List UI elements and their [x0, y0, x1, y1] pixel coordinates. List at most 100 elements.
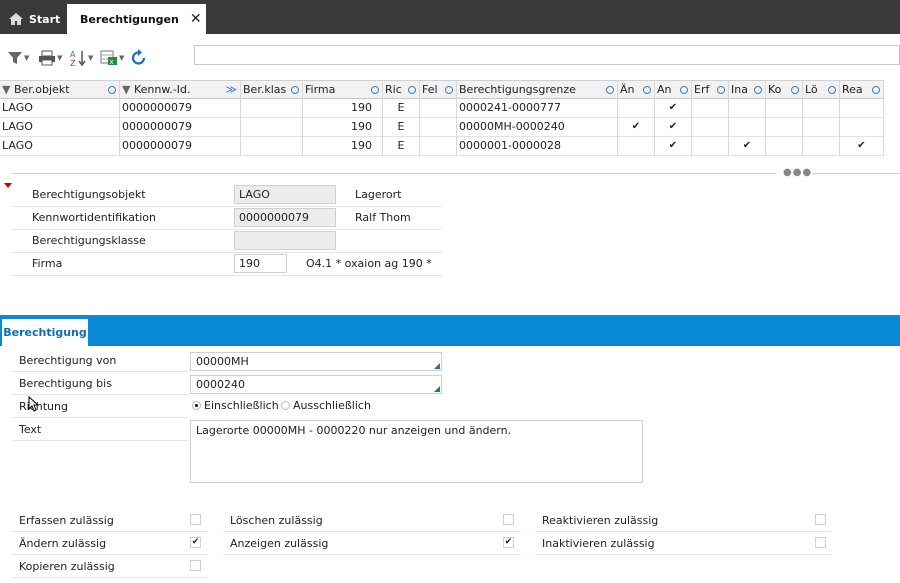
- column-settings-icon[interactable]: [680, 86, 688, 94]
- column-settings-icon[interactable]: [754, 86, 762, 94]
- column-settings-icon[interactable]: [828, 86, 836, 94]
- column-settings-icon[interactable]: [643, 86, 651, 94]
- column-settings-icon[interactable]: [606, 86, 614, 94]
- col-ber-klas[interactable]: Ber.klas: [241, 81, 303, 100]
- column-settings-icon[interactable]: [108, 86, 116, 94]
- col-aen[interactable]: Än: [618, 81, 655, 100]
- table-row[interactable]: LAGO 0000000079 190 E 00000MH-0000240 ✔ …: [0, 118, 884, 137]
- col-firma[interactable]: Firma: [303, 81, 383, 100]
- cell-rea: [840, 118, 884, 137]
- checkbox-row-inaktivieren: Inaktivieren zulässig: [535, 533, 831, 555]
- cell-an: ✔: [655, 118, 692, 137]
- checkbox-row-kopieren: Kopieren zulässig: [12, 556, 208, 578]
- inaktivieren-label: Inaktivieren zulässig: [542, 537, 655, 550]
- erfassen-label: Erfassen zulässig: [19, 514, 114, 527]
- sort-button[interactable]: AZ ▼: [69, 46, 93, 70]
- table-row[interactable]: LAGO 0000000079 190 E 0000001-0000028 ✔ …: [0, 137, 884, 156]
- col-loe[interactable]: Lö: [803, 81, 840, 100]
- column-settings-icon[interactable]: [371, 86, 379, 94]
- checkbox-row-aendern: Ändern zulässig ✔: [12, 533, 208, 555]
- cell-berechtigungsgrenze: 0000241-0000777: [457, 99, 618, 118]
- checkbox-row-loeschen: Löschen zulässig: [223, 510, 521, 532]
- form-row-von: Berechtigung von: [12, 350, 188, 372]
- print-button[interactable]: ▼: [38, 46, 62, 70]
- col-an[interactable]: An: [655, 81, 692, 100]
- checkbox-row-reaktivieren: Reaktivieren zulässig: [535, 510, 831, 532]
- column-settings-icon[interactable]: [445, 86, 453, 94]
- chevron-down-icon: ▼: [88, 54, 94, 62]
- cell-ina: [729, 99, 766, 118]
- cell-berechtigungsgrenze: 00000MH-0000240: [457, 118, 618, 137]
- export-button[interactable]: x ▼: [100, 46, 124, 70]
- grid-header: ▼ Ber.objekt ▼ Kennw.-Id. ≫ Ber.klas Firm…: [0, 80, 884, 100]
- cell-ric: E: [383, 118, 420, 137]
- col-rea[interactable]: Rea: [840, 81, 884, 100]
- lookup-corner-icon[interactable]: [434, 363, 440, 369]
- radio-ausschliesslich[interactable]: Ausschließlich: [281, 399, 371, 412]
- filter-button[interactable]: ▼: [7, 46, 29, 70]
- kopieren-checkbox[interactable]: [190, 560, 201, 571]
- detail-label: Kennwortidentifikation: [32, 211, 157, 224]
- col-ko[interactable]: Ko: [766, 81, 803, 100]
- close-icon[interactable]: ✕: [190, 11, 202, 27]
- col-kennw-id[interactable]: ▼ Kennw.-Id. ≫: [120, 81, 241, 100]
- column-settings-icon[interactable]: [717, 86, 725, 94]
- search-input[interactable]: [194, 45, 900, 65]
- radio-einschliesslich[interactable]: Einschließlich: [192, 399, 279, 412]
- kennwort-description: Ralf Thom: [355, 211, 411, 224]
- loeschen-checkbox[interactable]: [503, 514, 514, 525]
- column-settings-icon[interactable]: [791, 86, 799, 94]
- bis-value: 0000240: [196, 378, 245, 391]
- klasse-value: [234, 231, 336, 250]
- firma-value: 190: [234, 254, 287, 273]
- cell-ko: [766, 137, 803, 156]
- column-settings-icon[interactable]: [872, 86, 880, 94]
- richtung-label: Richtung: [19, 400, 68, 413]
- column-settings-icon[interactable]: [291, 86, 299, 94]
- table-row[interactable]: LAGO 0000000079 190 E 0000241-0000777 ✔: [0, 99, 884, 118]
- berechtigung-bis-input[interactable]: 0000240: [190, 375, 442, 394]
- column-settings-icon[interactable]: [408, 86, 416, 94]
- col-ric[interactable]: Ric: [383, 81, 420, 100]
- col-ber-objekt[interactable]: ▼ Ber.objekt: [0, 81, 120, 100]
- erfassen-checkbox[interactable]: [190, 514, 201, 525]
- radio-aus-label: Ausschließlich: [293, 399, 371, 412]
- col-ina[interactable]: Ina: [729, 81, 766, 100]
- cell-erf: [692, 99, 729, 118]
- refresh-button[interactable]: [130, 46, 148, 70]
- tab-berechtigung[interactable]: Berechtigung: [2, 319, 88, 346]
- lookup-corner-icon[interactable]: [434, 386, 440, 392]
- export-excel-icon: x: [100, 50, 117, 66]
- tab-start[interactable]: Start: [0, 4, 68, 34]
- reaktivieren-checkbox[interactable]: [815, 514, 826, 525]
- cell-ber-klas: [241, 99, 303, 118]
- cell-loe: [803, 118, 840, 137]
- detail-label: Berechtigungsobjekt: [32, 188, 146, 201]
- anzeigen-checkbox[interactable]: ✔: [503, 537, 514, 548]
- cell-fel: [420, 118, 457, 137]
- divider: [12, 173, 776, 174]
- aendern-checkbox[interactable]: ✔: [190, 537, 201, 548]
- col-erf[interactable]: Erf: [692, 81, 729, 100]
- sort-desc-icon[interactable]: ≫: [225, 81, 237, 99]
- tab-berechtigungen-label: Berechtigungen: [80, 12, 179, 26]
- drag-handle-icon[interactable]: ●●●: [783, 167, 812, 178]
- svg-text:x: x: [110, 58, 114, 66]
- loeschen-label: Löschen zulässig: [230, 514, 323, 527]
- text-area[interactable]: Lagerorte 00000MH - 0000220 nur anzeigen…: [190, 420, 643, 483]
- permissions-grid: ▼ Ber.objekt ▼ Kennw.-Id. ≫ Ber.klas Firm…: [0, 80, 884, 156]
- col-berechtigungsgrenze[interactable]: Berechtigungsgrenze: [457, 81, 618, 100]
- collapse-marker-icon[interactable]: [4, 183, 12, 188]
- cell-aen: [618, 99, 655, 118]
- objekt-value: LAGO: [234, 185, 336, 204]
- panel-splitter[interactable]: ●●●: [0, 167, 900, 178]
- detail-row-firma: Firma 190 O4.1 * oxaion ag 190 *: [12, 253, 442, 276]
- mouse-cursor-icon: [28, 396, 40, 412]
- cell-firma: 190: [303, 99, 383, 118]
- sort-az-icon: AZ: [70, 50, 86, 67]
- col-fel[interactable]: Fel: [420, 81, 457, 100]
- tab-berechtigungen[interactable]: Berechtigungen ✕: [67, 4, 206, 34]
- detail-panel: Berechtigungsobjekt LAGO Lagerort Kennwo…: [12, 184, 442, 276]
- berechtigung-von-input[interactable]: 00000MH: [190, 352, 442, 371]
- inaktivieren-checkbox[interactable]: [815, 537, 826, 548]
